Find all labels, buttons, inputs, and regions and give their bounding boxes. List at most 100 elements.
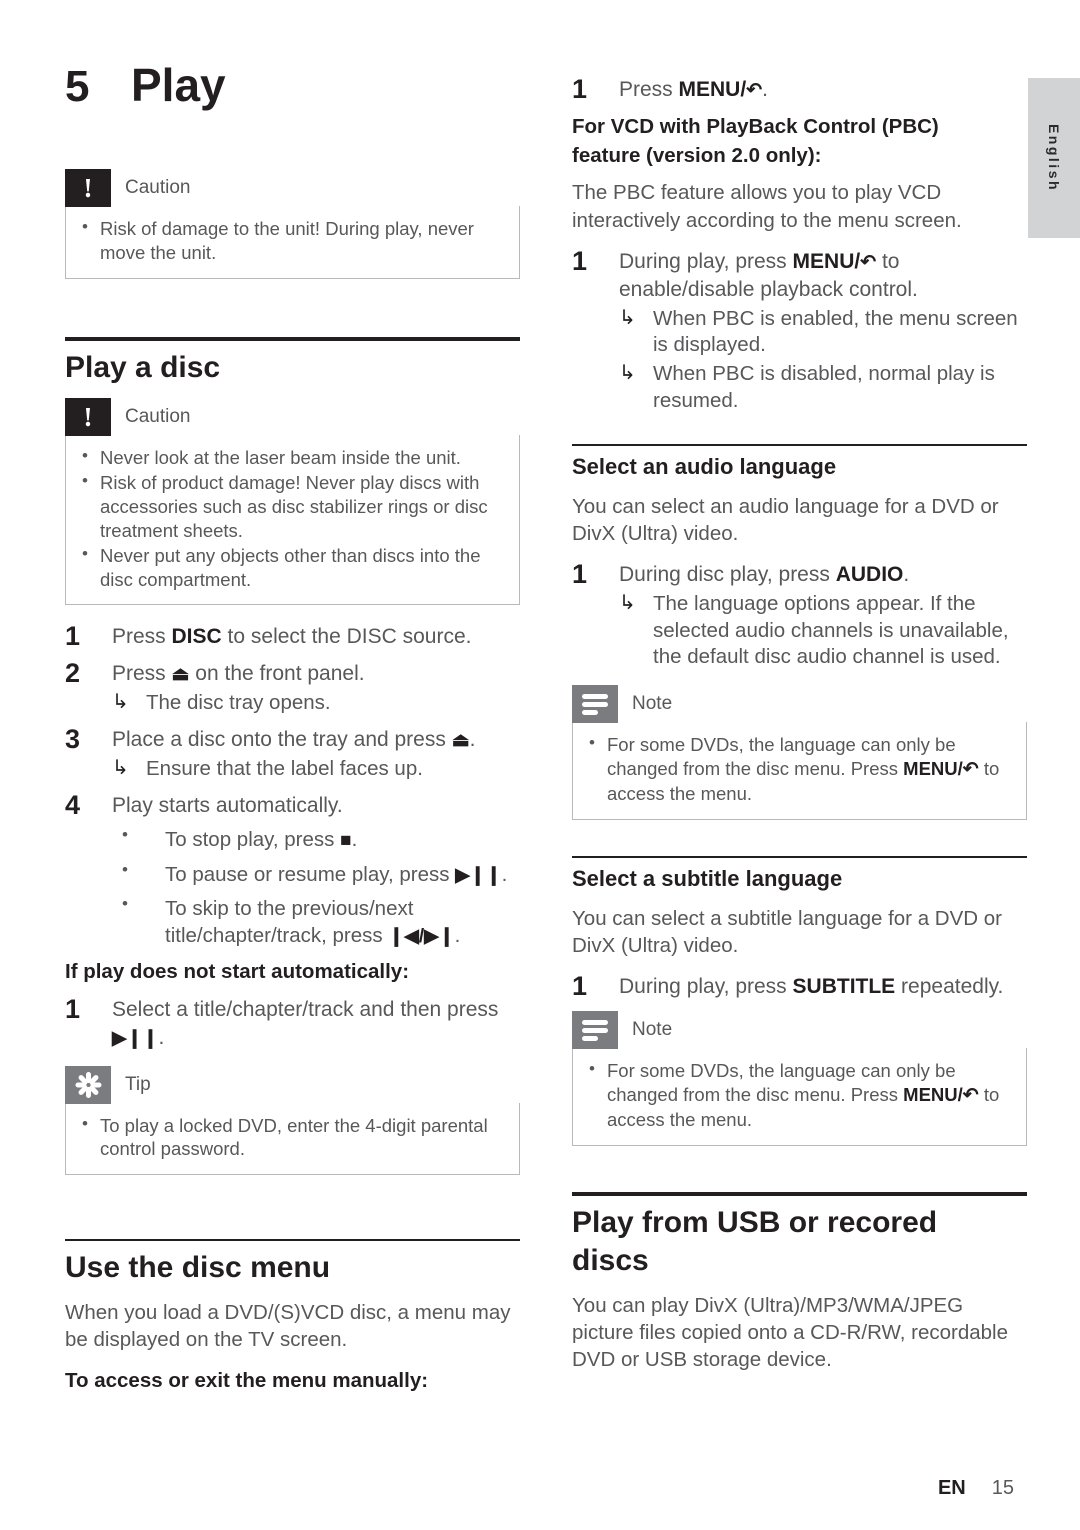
play-pause-icon: ▶❙❙ — [455, 864, 502, 886]
language-side-tab: English — [1028, 78, 1080, 238]
step-results: The disc tray opens. — [112, 689, 520, 717]
step-text-after: . — [469, 727, 476, 751]
list-item: For some DVDs, the language can only be … — [587, 732, 1012, 806]
pbc-steps: 1 During play, press MENU/↶ to enable/di… — [572, 246, 1027, 415]
tip-icon — [65, 1065, 111, 1104]
step-number: 2 — [65, 658, 81, 689]
caution-icon: ! — [65, 169, 111, 207]
option-text-after: . — [351, 828, 358, 852]
pbc-paragraph: The PBC feature allows you to play VCD i… — [572, 181, 962, 232]
list-item: Risk of product damage! Never play discs… — [80, 470, 505, 543]
result-item: The disc tray opens. — [112, 689, 520, 717]
left-column: 5 Play ! Caution Risk of damage to the u… — [65, 0, 520, 1405]
step-number: 1 — [65, 621, 81, 652]
eject-icon: ⏏ — [171, 664, 190, 686]
result-item: When PBC is enabled, the menu screen is … — [619, 305, 1027, 359]
key-menu: MENU/ — [792, 249, 861, 273]
caution-body: Risk of damage to the unit! During play,… — [65, 206, 520, 279]
page-title-audio-language: Select an audio language — [572, 454, 837, 480]
step-1: 1 Press DISC to select the DISC source. — [65, 621, 520, 652]
note-header: Note — [572, 685, 1027, 724]
step-text-after: . — [903, 563, 910, 587]
menu-step-1: 1 Press MENU/↶. — [572, 74, 1027, 104]
result-item: Ensure that the label faces up. — [112, 755, 520, 783]
step-text-before: Play starts automatically. — [112, 793, 343, 817]
page-title-play-from-usb: Play from USB or recored — [572, 1206, 938, 1240]
list-item: For some DVDs, the language can only be … — [587, 1058, 1012, 1132]
step-text-before: During play, press — [619, 975, 793, 999]
step-text-before: Press — [619, 78, 679, 101]
subtitle-steps: 1 During play, press SUBTITLE repeatedly… — [572, 971, 1027, 1002]
page-title-play-a-disc: Play a disc — [65, 350, 221, 384]
step-number: 1 — [572, 971, 588, 1002]
step-number: 1 — [572, 559, 588, 590]
note-icon — [572, 1011, 618, 1050]
section-rule — [65, 336, 520, 341]
eject-icon: ⏏ — [451, 729, 470, 751]
page-footer: EN 15 — [0, 1477, 1080, 1500]
step-text-after: . — [762, 78, 768, 101]
usb-paragraph: You can play DivX (Ultra)/MP3/WMA/JPEG p… — [572, 1293, 1009, 1372]
audio-language-paragraph: You can select an audio language for a D… — [572, 494, 999, 545]
caution-body: Never look at the laser beam inside the … — [65, 435, 520, 606]
disc-menu-paragraph: When you load a DVD/(S)VCD disc, a menu … — [65, 1300, 511, 1352]
step-number: 1 — [572, 74, 588, 104]
option-stop: To stop play, press ■. — [112, 824, 520, 853]
step-text-after: . — [158, 1025, 165, 1049]
step-text-before: Press — [112, 662, 172, 686]
option-pause: To pause or resume play, press ▶❙❙. — [112, 859, 520, 888]
key-audio: AUDIO — [835, 563, 904, 587]
subtitle-language-paragraph: You can select a subtitle language for a… — [572, 906, 1003, 957]
step-2: 2 Press ⏏ on the front panel. The disc t… — [65, 658, 520, 717]
caution-header: ! Caution — [65, 169, 520, 207]
step-number: 1 — [65, 993, 81, 1024]
step-results: When PBC is enabled, the menu screen is … — [619, 305, 1027, 415]
subtitle-step-1: 1 During play, press SUBTITLE repeatedly… — [572, 971, 1027, 1002]
section-rule — [65, 1239, 520, 1242]
tip-body: To play a locked DVD, enter the 4-digit … — [65, 1102, 520, 1176]
step-text-after: repeatedly. — [895, 975, 1004, 999]
key-menu: MENU/ — [903, 757, 963, 779]
list-item: To play a locked DVD, enter the 4-digit … — [80, 1113, 505, 1162]
section-rule — [572, 856, 1027, 859]
key-menu: MENU/ — [903, 1083, 963, 1105]
option-text-after: . — [454, 924, 461, 948]
page-title-subtitle-language: Select a subtitle language — [572, 866, 843, 892]
caution-header: ! Caution — [65, 398, 520, 437]
note-icon — [572, 685, 618, 724]
fallback-steps: 1 Select a title/chapter/track and then … — [65, 993, 520, 1052]
key-subtitle: SUBTITLE — [792, 975, 896, 999]
option-text-before: To skip to the previous/next title/chapt… — [165, 896, 414, 948]
caution-box-top: ! Caution Risk of damage to the unit! Du… — [65, 169, 520, 279]
step-text-after: to select the DISC source. — [221, 625, 472, 649]
step-text-before: During play, press — [619, 249, 793, 273]
note-title: Note — [632, 1019, 673, 1041]
key-disc: DISC — [171, 625, 222, 649]
chapter-number: 5 — [65, 62, 90, 111]
step-number: 4 — [65, 789, 81, 820]
option-text-before: To pause or resume play, press — [165, 862, 456, 886]
step-text-before: Press — [112, 625, 172, 649]
menu-return-icon: ↶ — [746, 80, 763, 101]
step-4: 4 Play starts automatically. To stop pla… — [65, 789, 520, 950]
menu-return-icon: ↶ — [860, 251, 877, 273]
caution-icon: ! — [65, 398, 111, 437]
right-column: 1 Press MENU/↶. For VCD with PlayBack Co… — [572, 0, 1027, 1387]
play-a-disc-steps: 1 Press DISC to select the DISC source. … — [65, 621, 520, 950]
stop-icon: ■ — [340, 830, 352, 852]
result-item: When PBC is disabled, normal play is res… — [619, 360, 1027, 414]
step-number: 3 — [65, 723, 81, 754]
list-item: Never put any objects other than discs i… — [80, 543, 505, 592]
tip-box: Tip To play a locked DVD, enter the 4-di… — [65, 1065, 520, 1176]
step-options: To stop play, press ■. To pause or resum… — [112, 824, 520, 949]
tip-title: Tip — [125, 1073, 151, 1095]
note-header: Note — [572, 1011, 1027, 1050]
list-item: Never look at the laser beam inside the … — [80, 445, 505, 470]
section-rule — [572, 444, 1027, 447]
list-item: Risk of damage to the unit! During play,… — [80, 216, 505, 265]
audio-step-1: 1 During disc play, press AUDIO. The lan… — [572, 559, 1027, 671]
section-rule — [572, 1192, 1027, 1197]
menu-return-icon: ↶ — [962, 1084, 979, 1106]
option-text-after: . — [501, 862, 508, 886]
pbc-step-1: 1 During play, press MENU/↶ to enable/di… — [572, 246, 1027, 415]
